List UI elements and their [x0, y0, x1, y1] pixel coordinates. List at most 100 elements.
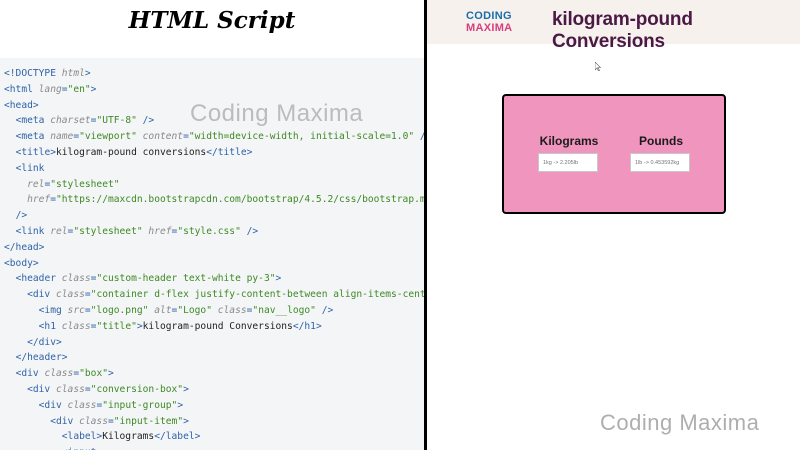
code-token: > [183, 384, 189, 395]
code-token: "logo.png" [90, 305, 149, 316]
code-line: rel="stylesheet" [4, 177, 120, 193]
code-token: class [61, 273, 91, 285]
code-editor-pane: HTML Script <!DOCTYPE html> <html lang="e… [0, 0, 424, 450]
page-title: kilogram-pound Conversions [552, 9, 693, 52]
code-token: <link [15, 226, 51, 237]
code-token: <div [38, 399, 68, 411]
code-token: /> [414, 131, 424, 142]
code-token: "UTF-8" [96, 115, 137, 127]
code-token: html [61, 68, 85, 79]
code-token: kilogram-pound conversions [56, 147, 207, 158]
kilograms-label: Kilograms [539, 134, 599, 148]
code-token: </div> [27, 336, 62, 348]
code-token: src [67, 305, 85, 316]
code-token: </title> [206, 147, 253, 158]
code-token: "style.css" [177, 226, 241, 237]
kilograms-input-item: Kilograms [538, 134, 600, 172]
code-line: <header class="custom-header text-white … [4, 271, 282, 287]
code-token: "custom-header text-white py-3" [96, 273, 276, 285]
pane-title: HTML Script [128, 7, 296, 34]
code-token: <head> [4, 99, 39, 111]
code-line: <head> [4, 98, 39, 114]
code-token: <label> [61, 431, 103, 443]
code-token: rel [50, 226, 68, 237]
watermark: Coding Maxima [600, 410, 760, 435]
code-token: "title" [96, 320, 137, 332]
code-line: <link rel="stylesheet" href="style.css" … [4, 224, 259, 240]
code-token: </h1> [292, 320, 322, 332]
code-token: <link [15, 162, 45, 174]
code-line: <html lang="en"> [4, 82, 96, 98]
code-token: "nav__logo" [252, 305, 316, 316]
code-token: "stylesheet" [73, 226, 143, 237]
code-token: content [142, 131, 184, 143]
code-token: /> [240, 226, 259, 237]
code-token: /> [136, 115, 155, 127]
code-token: <!DOCTYPE [4, 68, 62, 79]
code-token: <img [38, 305, 68, 316]
code-token: <header [15, 273, 62, 285]
code-token: class [44, 368, 74, 380]
conversion-box: Kilograms Pounds [502, 94, 726, 214]
code-token: lang [38, 83, 62, 95]
code-line: <h1 class="title">kilogram-pound Convers… [4, 319, 322, 335]
code-token: class [56, 384, 85, 395]
code-token: <body> [4, 257, 39, 269]
code-token: > [90, 83, 97, 95]
code-line: <meta name="viewport" content="width=dev… [4, 129, 424, 145]
code-line: /> [4, 208, 28, 224]
code-token: > [183, 415, 189, 427]
kilograms-input[interactable] [538, 153, 598, 172]
code-line: <div class="box"> [4, 366, 114, 382]
code-token: "width=device-width, initial-scale=1.0" [188, 131, 415, 143]
code-token: <meta [15, 131, 51, 143]
logo[interactable]: CODING MAXIMA [466, 10, 520, 34]
code-token: "stylesheet" [50, 178, 120, 190]
code-token: class [67, 399, 97, 411]
code-token: </label> [154, 431, 201, 443]
code-token: "conversion-box" [90, 384, 184, 395]
code-line: </div> [4, 335, 62, 351]
code-token: </head> [4, 241, 45, 253]
code-token: rel [27, 178, 45, 190]
code-line: <div class="conversion-box"> [4, 382, 189, 398]
code-line: <input [4, 445, 97, 450]
pounds-input[interactable] [630, 153, 690, 172]
code-line: <div class="input-group"> [4, 398, 183, 414]
code-token: /> [315, 305, 334, 316]
code-token: href [27, 194, 51, 206]
code-token: "input-item" [113, 415, 184, 427]
code-line: <div class="container d-flex justify-con… [4, 287, 424, 303]
code-token: href [148, 226, 172, 237]
code-token: > [108, 368, 114, 380]
logo-text-bottom: MAXIMA [466, 22, 513, 34]
code-token: /> [15, 210, 28, 222]
code-token: <meta [15, 115, 51, 127]
code-token: Kilograms [102, 431, 155, 443]
code-token: alt [154, 305, 172, 316]
code-token: > [177, 399, 184, 411]
code-token: <h1 [38, 320, 62, 332]
code-line: <label>Kilograms</label> [4, 429, 201, 445]
code-token: <div [27, 289, 56, 301]
code-token: > [84, 68, 91, 79]
code-token: > [275, 273, 282, 285]
code-token: kilogram-pound Conversions [142, 320, 293, 332]
mouse-cursor-icon [595, 62, 601, 71]
code-token: "https://maxcdn.bootstrapcdn.com/bootstr… [56, 194, 424, 206]
